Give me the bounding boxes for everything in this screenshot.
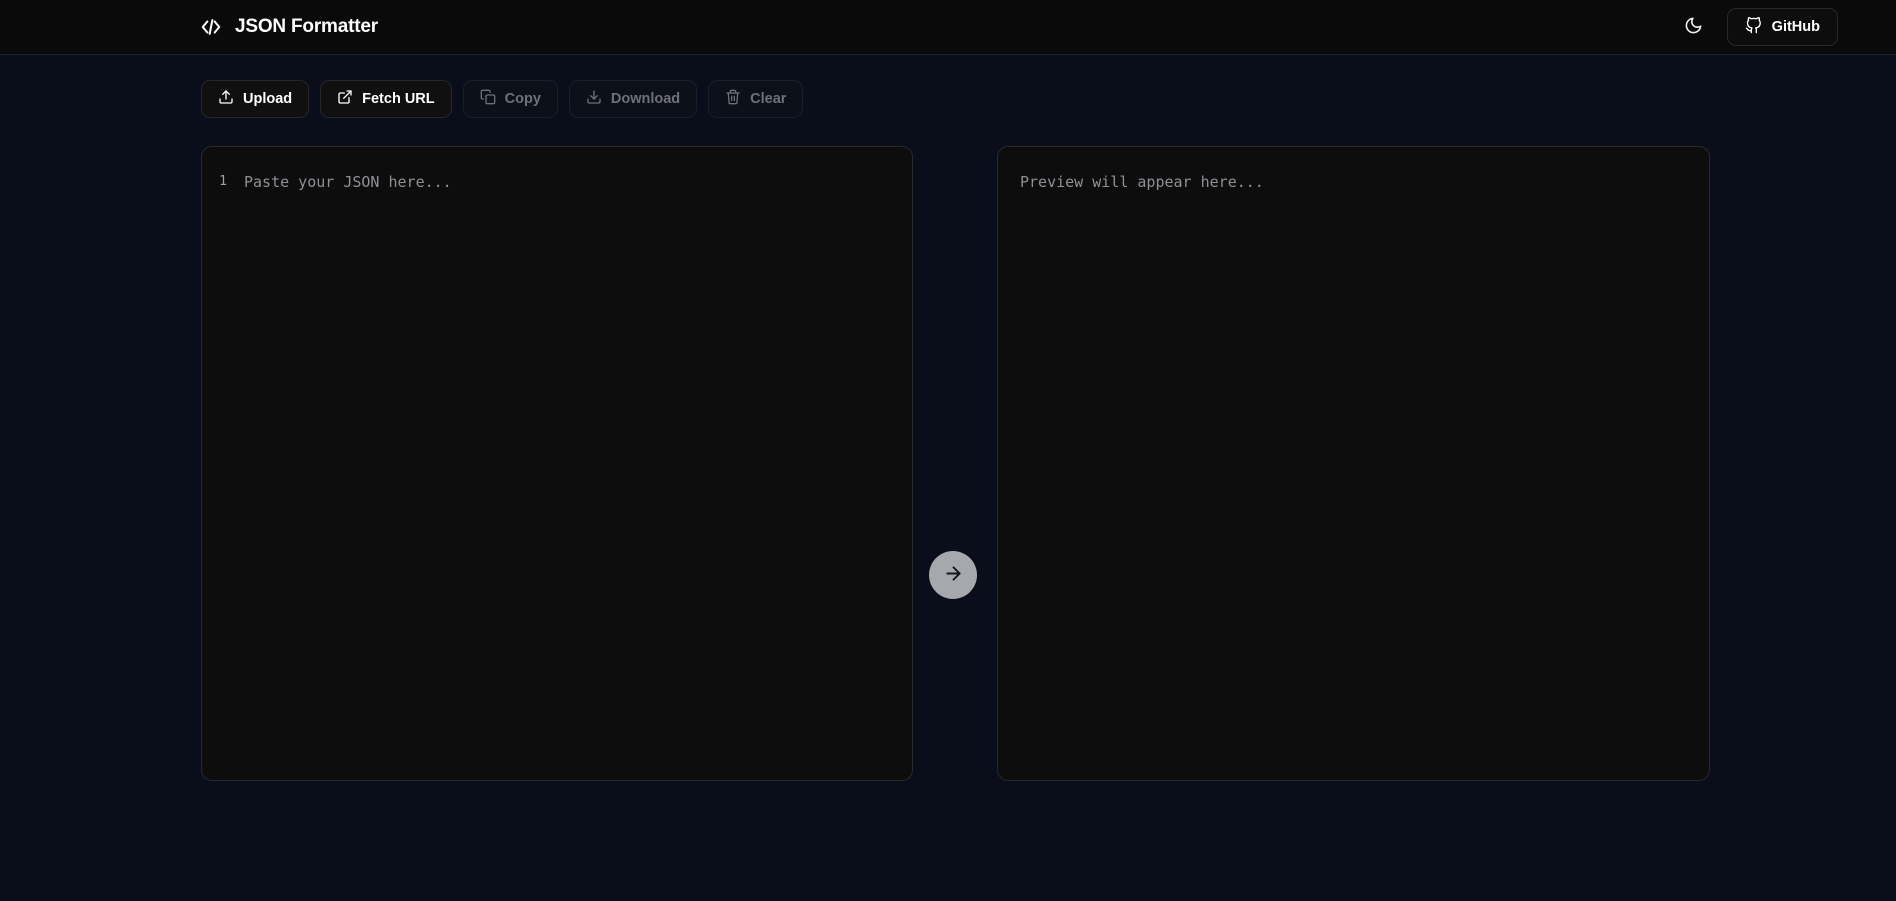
toolbar: Upload Fetch URL Copy Download Clear <box>0 55 1896 118</box>
header-actions: GitHub <box>1679 8 1838 46</box>
page-title: JSON Formatter <box>235 16 378 37</box>
external-link-icon <box>337 89 353 109</box>
download-button[interactable]: Download <box>568 80 698 118</box>
fetch-url-button[interactable]: Fetch URL <box>320 80 452 118</box>
upload-button[interactable]: Upload <box>201 80 310 118</box>
github-icon <box>1745 16 1762 38</box>
moon-icon <box>1684 16 1703 38</box>
github-button-label: GitHub <box>1771 19 1820 35</box>
fetch-url-button-label: Fetch URL <box>362 91 435 107</box>
json-input-editor[interactable]: Paste your JSON here... <box>244 147 912 780</box>
trash-icon <box>725 89 741 109</box>
format-button[interactable] <box>929 551 977 599</box>
brand: JSON Formatter <box>200 16 378 38</box>
line-number: 1 <box>219 174 227 189</box>
copy-icon <box>480 89 496 109</box>
json-preview-panel: Preview will appear here... <box>997 146 1710 781</box>
panel-gap <box>913 146 997 781</box>
download-button-label: Download <box>610 91 681 107</box>
copy-button[interactable]: Copy <box>462 80 558 118</box>
json-input-panel[interactable]: 1 Paste your JSON here... <box>201 146 913 781</box>
app-header: JSON Formatter GitHub <box>0 0 1896 55</box>
code-slash-icon <box>200 16 222 38</box>
copy-button-label: Copy <box>504 91 541 107</box>
clear-button-label: Clear <box>750 91 787 107</box>
line-number-gutter: 1 <box>202 147 244 780</box>
upload-icon <box>218 89 234 109</box>
workspace: 1 Paste your JSON here... Preview will a… <box>0 118 1896 781</box>
clear-button[interactable]: Clear <box>708 80 804 118</box>
github-button[interactable]: GitHub <box>1726 8 1838 46</box>
upload-button-label: Upload <box>243 91 293 107</box>
download-icon <box>586 89 602 109</box>
arrow-right-icon <box>943 563 964 587</box>
theme-toggle-button[interactable] <box>1679 12 1709 42</box>
